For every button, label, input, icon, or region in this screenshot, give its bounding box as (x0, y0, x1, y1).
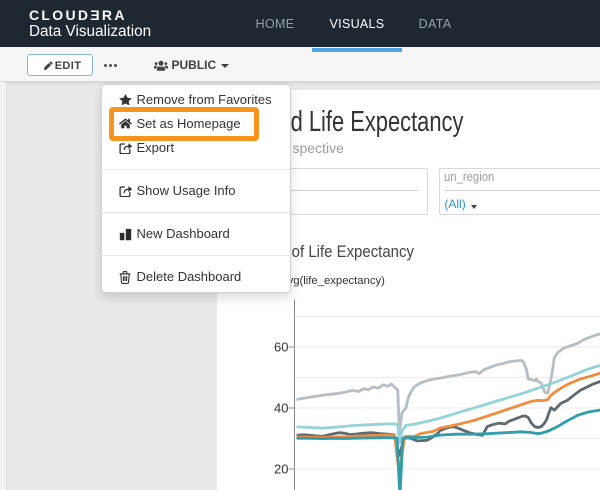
svg-text:20: 20 (274, 462, 288, 477)
svg-text:40: 40 (274, 401, 288, 416)
svg-text:60: 60 (274, 340, 288, 355)
